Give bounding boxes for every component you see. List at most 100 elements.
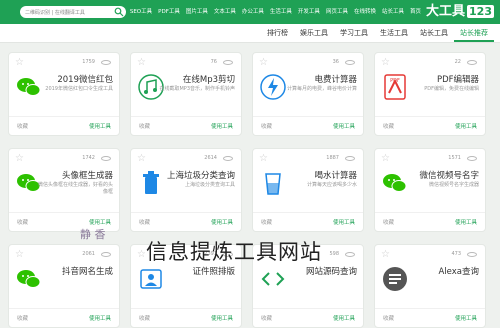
tool-card[interactable]: ☆ 1742 头像框生成器 微信头像框在线生成器，好看的头像框使用工具 收藏 [8,148,120,232]
tool-title[interactable]: 电费计算器 [314,73,357,85]
tool-title[interactable]: 微信视频号名字 [419,169,479,181]
tool-card[interactable]: ☆ 2614 上海垃圾分类查询 上海垃圾分类查询工具 使用工具 收藏 [130,148,242,232]
tool-card[interactable]: ☆ 1887 喝水计算器 计算每天应该喝多少水使用工具 收藏 [252,148,364,232]
star-icon[interactable]: ☆ [259,153,268,164]
nav-item[interactable]: PDF工具 [155,0,183,24]
favorite-link[interactable]: 收藏 [17,314,28,322]
tool-title[interactable]: 上海垃圾分类查询 [167,169,235,181]
eye-icon [223,60,233,65]
nav-item[interactable]: 首页 [407,0,424,24]
main-nav: 首页 站长工具 在线转换 网页工具 开发工具 生活工具 办公工具 文本工具 图片… [127,0,424,24]
use-tool-link[interactable]: 使用工具 [333,314,355,322]
tab-ranking[interactable]: 排行榜 [261,24,294,42]
star-icon[interactable]: ☆ [137,57,146,68]
nav-item[interactable]: 办公工具 [239,0,267,24]
star-icon[interactable]: ☆ [137,153,146,164]
nav-item[interactable]: 图片工具 [183,0,211,24]
view-count: 2614 [204,155,217,161]
use-tool-link[interactable]: 使用工具 [211,314,233,322]
eye-icon [101,60,111,65]
eye-icon [467,60,477,65]
card-footer: 使用工具 收藏 [9,116,119,135]
tool-description: 微信视频号名字生成器 [428,182,479,188]
favorite-link[interactable]: 收藏 [17,122,28,130]
logo-number: 123 [467,5,494,18]
use-tool-link[interactable]: 使用工具 [455,122,477,130]
tool-card[interactable]: ☆ 1759 2019微信红包 2019年微信红包口令生成工具 使用工具 收藏 [8,52,120,136]
tool-description: 微信头像框在线生成器，好看的头像框 [37,182,113,195]
search-box[interactable]: 二维码识别 | 在线翻译工具 [20,6,126,18]
use-tool-link[interactable]: 使用工具 [455,314,477,322]
tool-title[interactable]: PDF编辑器 [437,73,479,85]
card-footer: 使用工具 收藏 [375,116,485,135]
tab-webmaster[interactable]: 站长工具 [414,24,454,42]
view-count: 1887 [326,155,339,161]
tool-title[interactable]: 在线Mp3剪切 [183,73,235,85]
use-tool-link[interactable]: 使用工具 [211,218,233,226]
favorite-link[interactable]: 收藏 [261,314,272,322]
nav-item[interactable]: 在线转换 [351,0,379,24]
card-footer: 使用工具 收藏 [253,212,363,231]
tool-title[interactable]: 2019微信红包 [57,73,113,85]
tab-life[interactable]: 生活工具 [374,24,414,42]
tool-card[interactable]: ☆ 36 电费计算器 计算每月的电费，峰谷电价计算 使用工具 收藏 [252,52,364,136]
favorite-link[interactable]: 收藏 [139,218,150,226]
tool-card[interactable]: ☆ 1571 微信视频号名字 微信视频号名字生成器 使用工具 收藏 [374,148,486,232]
favorite-link[interactable]: 收藏 [139,314,150,322]
use-tool-link[interactable]: 使用工具 [211,122,233,130]
nav-item[interactable]: 站长工具 [379,0,407,24]
use-tool-link[interactable]: 使用工具 [333,122,355,130]
star-icon[interactable]: ☆ [381,153,390,164]
tab-fun[interactable]: 娱乐工具 [294,24,334,42]
eye-icon [467,156,477,161]
use-tool-link[interactable]: 使用工具 [455,218,477,226]
tool-description: 计算每天应该喝多少水 [306,182,357,188]
tool-description: 在线截取MP3音乐，制作手机铃声 [159,86,235,92]
favorite-link[interactable]: 收藏 [261,122,272,130]
search-input[interactable]: 二维码识别 | 在线翻译工具 [20,9,114,16]
use-tool-link[interactable]: 使用工具 [89,122,111,130]
nav-item[interactable]: 生活工具 [267,0,295,24]
site-logo[interactable]: 大工具 123 [426,3,494,21]
tool-title[interactable]: 喝水计算器 [314,169,357,181]
view-count: 76 [210,59,217,65]
eye-icon [223,156,233,161]
caption-overlay: 信息提炼工具网站 [0,236,500,270]
favorite-link[interactable]: 收藏 [383,314,394,322]
star-icon[interactable]: ☆ [15,57,24,68]
use-tool-link[interactable]: 使用工具 [333,218,355,226]
tool-card[interactable]: ☆ 76 在线Mp3剪切 在线截取MP3音乐，制作手机铃声使用工具 收藏 [130,52,242,136]
nav-item[interactable]: SEO工具 [127,0,155,24]
category-tabs: 站长推荐 站长工具 生活工具 学习工具 娱乐工具 排行榜 [0,24,500,43]
star-icon[interactable]: ☆ [381,57,390,68]
view-count: 22 [454,59,461,65]
nav-item[interactable]: 文本工具 [211,0,239,24]
card-footer: 使用工具 收藏 [253,308,363,327]
favorite-link[interactable]: 收藏 [139,122,150,130]
eye-icon [345,60,355,65]
star-icon[interactable]: ☆ [259,57,268,68]
tool-title[interactable]: 头像框生成器 [62,169,113,181]
search-icon[interactable] [114,7,124,17]
tool-description: PDF编辑，免费在线编辑 [424,86,479,92]
favorite-link[interactable]: 收藏 [261,218,272,226]
tab-recommend[interactable]: 站长推荐 [454,24,494,42]
caption-title: 信息提炼工具网站 [146,240,322,264]
use-tool-link[interactable]: 使用工具 [89,314,111,322]
view-count: 1759 [82,59,95,65]
nav-item[interactable]: 网页工具 [323,0,351,24]
view-count: 36 [332,59,339,65]
tool-card[interactable]: ☆ 22 PDF PDF编辑器 PDF编辑，免费在线编辑 使用工具 收藏 [374,52,486,136]
favorite-link[interactable]: 收藏 [17,218,28,226]
view-count: 1742 [82,155,95,161]
nav-item[interactable]: 开发工具 [295,0,323,24]
star-icon[interactable]: ☆ [15,153,24,164]
card-footer: 使用工具 收藏 [131,116,241,135]
tab-study[interactable]: 学习工具 [334,24,374,42]
eye-icon [101,156,111,161]
logo-text: 大工具 [426,4,466,19]
favorite-link[interactable]: 收藏 [383,218,394,226]
favorite-link[interactable]: 收藏 [383,122,394,130]
card-footer: 使用工具 收藏 [375,212,485,231]
use-tool-link[interactable]: 使用工具 [89,218,111,226]
